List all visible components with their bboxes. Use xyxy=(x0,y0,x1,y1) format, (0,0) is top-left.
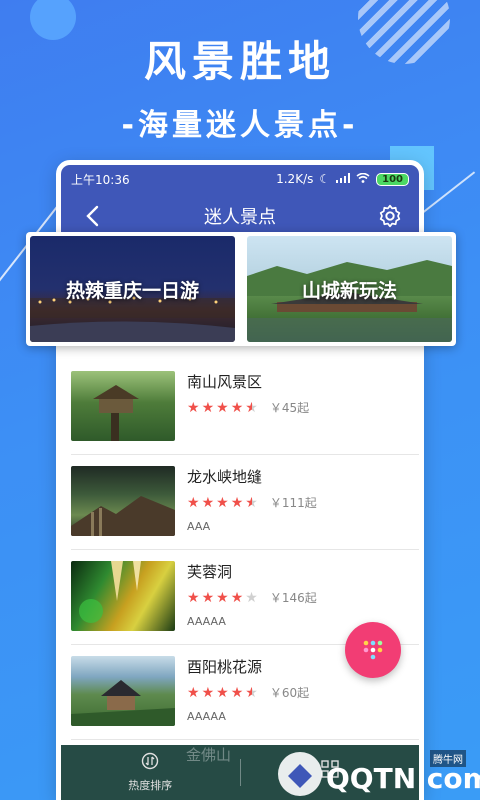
star-icon: ★ xyxy=(216,589,229,606)
grade-tag: AAA xyxy=(187,520,211,533)
price: ￥60起 xyxy=(269,686,310,700)
list-item[interactable]: 南山风景区 ★ ★ ★ ★ ★ ￥45起 xyxy=(71,360,419,455)
net-speed: 1.2K/s xyxy=(276,172,314,186)
spot-list: 南山风景区 ★ ★ ★ ★ ★ ￥45起 龙水峡地缝 ★ ★ ★ ★ ★ ￥11… xyxy=(71,360,419,740)
price: ￥45起 xyxy=(269,401,310,415)
spot-name: 南山风景区 xyxy=(187,373,263,391)
status-time: 上午10:36 xyxy=(71,172,130,187)
tab-label: 热度排序 xyxy=(128,779,173,792)
spot-thumbnail xyxy=(71,371,175,441)
status-bar: 上午10:36 1.2K/s ☾ 100 xyxy=(61,165,419,193)
star-icon: ★ xyxy=(187,494,200,511)
gear-icon[interactable] xyxy=(375,201,405,231)
rating: ★ ★ ★ ★ ★ ￥146起 xyxy=(187,589,317,606)
moon-icon: ☾ xyxy=(319,172,331,186)
star-half-icon: ★ xyxy=(245,684,258,701)
watermark-label: 腾牛网 xyxy=(430,750,466,767)
banner-title: 山城新玩法 xyxy=(301,279,397,302)
banner-card[interactable]: 山城新玩法 xyxy=(247,236,452,342)
price: ￥146起 xyxy=(269,591,317,605)
rating: ★ ★ ★ ★ ★ ￥60起 xyxy=(187,684,309,701)
status-indicators: 1.2K/s ☾ 100 xyxy=(276,172,409,186)
list-item[interactable]: 龙水峡地缝 ★ ★ ★ ★ ★ ￥111起 AAA xyxy=(71,455,419,550)
star-icon: ★ xyxy=(230,494,244,511)
floating-action-button[interactable] xyxy=(345,622,401,678)
spot-name: 芙蓉洞 xyxy=(187,563,233,581)
star-icon: ★ xyxy=(230,589,244,606)
watermark: QQTN.com 腾牛网 xyxy=(270,746,480,800)
star-icon: ★ xyxy=(230,399,244,416)
rating: ★ ★ ★ ★ ★ ￥111起 xyxy=(187,494,317,511)
star-half-icon: ★ xyxy=(245,494,258,511)
battery-indicator: 100 xyxy=(376,172,409,186)
star-icon: ★ xyxy=(216,684,229,701)
star-icon: ★ xyxy=(216,399,229,416)
star-icon: ★ xyxy=(230,684,244,701)
grade-tag: AAAAA xyxy=(187,615,226,628)
spot-thumbnail xyxy=(71,466,175,536)
star-icon: ★ xyxy=(201,494,215,511)
dots-grid-icon xyxy=(363,640,383,660)
star-icon: ★ xyxy=(216,494,229,511)
star-icon: ★ xyxy=(201,589,215,606)
price: ￥111起 xyxy=(269,496,317,510)
promo-subline: -海量迷人景点- xyxy=(121,108,359,143)
star-empty-icon: ★ xyxy=(245,589,258,606)
spot-thumbnail xyxy=(71,561,175,631)
page-title: 迷人景点 xyxy=(204,207,276,228)
spot-thumbnail xyxy=(71,656,175,726)
wifi-icon xyxy=(356,172,370,186)
rating: ★ ★ ★ ★ ★ ￥45起 xyxy=(187,399,309,416)
banner-card[interactable]: 热辣重庆一日游 xyxy=(30,236,235,342)
grade-tag: AAAAA xyxy=(187,710,226,723)
star-icon: ★ xyxy=(187,684,200,701)
promo-headline: 风景胜地 xyxy=(143,37,336,86)
star-half-icon: ★ xyxy=(245,399,258,416)
star-icon: ★ xyxy=(187,399,200,416)
banner-carousel: 热辣重庆一日游 山城新玩法 xyxy=(26,232,456,346)
sort-icon xyxy=(141,752,159,773)
banner-title: 热辣重庆一日游 xyxy=(65,279,199,302)
signal-icon xyxy=(336,172,351,186)
partial-spot-name: 金佛山 xyxy=(186,746,232,764)
star-icon: ★ xyxy=(201,684,215,701)
spot-name: 酉阳桃花源 xyxy=(187,658,263,676)
star-icon: ★ xyxy=(187,589,200,606)
spot-name: 龙水峡地缝 xyxy=(187,468,263,486)
back-arrow-icon[interactable] xyxy=(77,201,107,231)
star-icon: ★ xyxy=(201,399,215,416)
